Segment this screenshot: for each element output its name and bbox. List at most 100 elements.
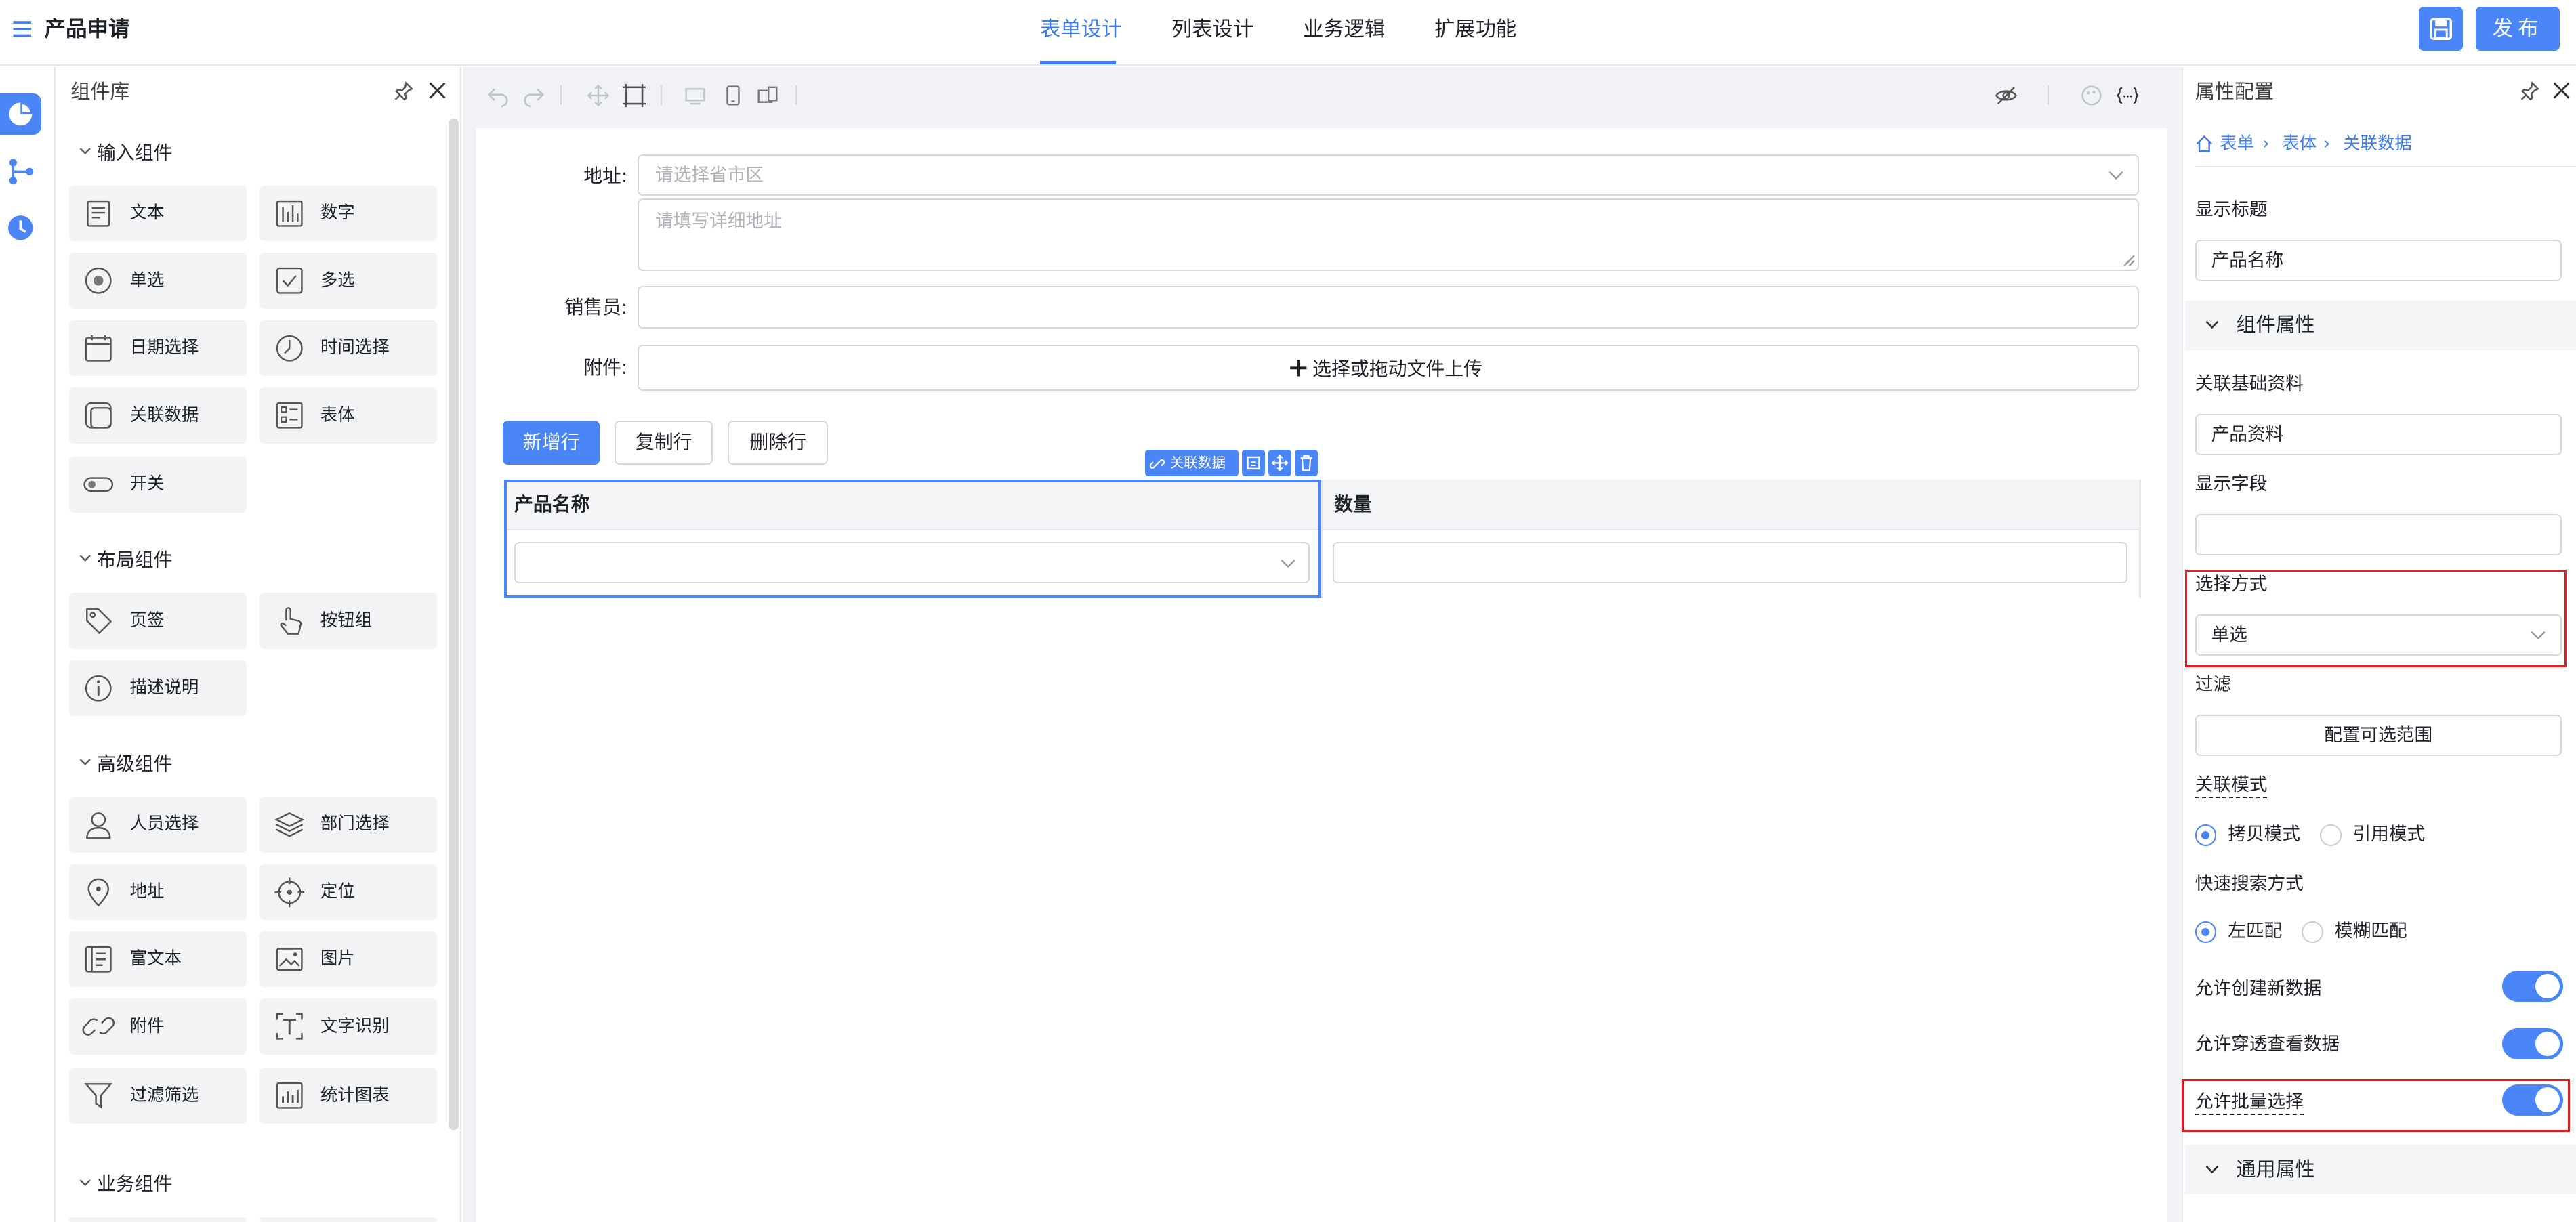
general-properties-group[interactable]: 通用属性 bbox=[2185, 1145, 2576, 1194]
tag-icon bbox=[82, 604, 115, 637]
component-ocr[interactable]: 文字识别 bbox=[259, 998, 438, 1055]
radio-fuzzy-match[interactable] bbox=[2302, 921, 2323, 943]
copy-component-icon[interactable] bbox=[1242, 450, 1266, 477]
redo-icon[interactable] bbox=[522, 84, 545, 107]
address-region-select[interactable]: 请选择省市区 bbox=[637, 154, 2140, 196]
salesperson-input[interactable] bbox=[637, 285, 2140, 329]
breadcrumb-table-body[interactable]: 表体 bbox=[2282, 133, 2317, 156]
delete-row-button[interactable]: 删除行 bbox=[728, 420, 829, 465]
display-title-input[interactable]: 产品名称 bbox=[2195, 240, 2562, 281]
link-mode-label: 关联模式 bbox=[2195, 774, 2268, 799]
tab-list-design[interactable]: 列表设计 bbox=[1171, 15, 1253, 45]
toolbar-divider bbox=[795, 85, 797, 106]
component-checkbox[interactable]: 多选 bbox=[259, 253, 438, 309]
filter-label: 过滤 bbox=[2195, 674, 2232, 696]
display-field-input[interactable] bbox=[2195, 514, 2562, 555]
display-title-label: 显示标题 bbox=[2195, 199, 2268, 221]
calendar-icon bbox=[82, 332, 115, 365]
tab-business-logic[interactable]: 业务逻辑 bbox=[1303, 15, 1385, 45]
add-row-button[interactable]: 新增行 bbox=[503, 420, 600, 465]
component-business-partial bbox=[259, 1217, 438, 1222]
drag-component-icon[interactable] bbox=[1268, 450, 1292, 477]
preview-eye-icon[interactable] bbox=[1995, 84, 2018, 107]
pin-icon[interactable] bbox=[2519, 81, 2541, 102]
publish-button[interactable]: 发布 bbox=[2476, 6, 2560, 51]
delete-component-icon[interactable] bbox=[1294, 450, 1318, 477]
search-mode-label: 快速搜索方式 bbox=[2195, 872, 2304, 894]
component-person-select[interactable]: 人员选择 bbox=[68, 797, 247, 853]
component-rich-text[interactable]: 富文本 bbox=[68, 931, 247, 988]
component-address[interactable]: 地址 bbox=[68, 864, 247, 920]
component-filter[interactable]: 过滤筛选 bbox=[68, 1068, 247, 1124]
move-icon[interactable] bbox=[587, 84, 610, 107]
property-panel-title: 属性配置 bbox=[2195, 80, 2274, 104]
component-date-picker[interactable]: 日期选择 bbox=[68, 320, 247, 377]
menu-icon[interactable] bbox=[12, 18, 33, 40]
radio-reference-mode[interactable] bbox=[2320, 824, 2342, 846]
app-title: 产品申请 bbox=[44, 16, 130, 41]
allow-create-toggle[interactable] bbox=[2502, 971, 2563, 1003]
allow-batch-toggle[interactable] bbox=[2502, 1084, 2563, 1116]
section-input-components[interactable]: 输入组件 bbox=[79, 142, 173, 165]
component-description[interactable]: 描述说明 bbox=[68, 660, 247, 717]
close-panel-icon[interactable] bbox=[2552, 81, 2571, 100]
select-mode-label: 选择方式 bbox=[2195, 574, 2268, 595]
pin-icon[interactable] bbox=[393, 81, 415, 102]
flow-icon bbox=[9, 159, 34, 185]
component-related-data[interactable]: 关联数据 bbox=[68, 387, 247, 444]
selected-component-tag[interactable]: 关联数据 bbox=[1145, 450, 1239, 477]
configure-range-button[interactable]: 配置可选范围 bbox=[2195, 714, 2562, 756]
number-icon bbox=[273, 197, 306, 230]
active-tab-indicator bbox=[1040, 60, 1116, 64]
section-business-components[interactable]: 业务组件 bbox=[79, 1173, 173, 1196]
component-time-picker[interactable]: 时间选择 bbox=[259, 320, 438, 377]
desktop-view-icon[interactable] bbox=[684, 84, 707, 107]
component-text[interactable]: 文本 bbox=[68, 186, 247, 242]
theme-palette-icon[interactable] bbox=[2080, 84, 2103, 107]
close-library-icon[interactable] bbox=[428, 81, 447, 100]
rail-pie-chart-button[interactable] bbox=[0, 93, 41, 135]
allow-drill-toggle[interactable] bbox=[2502, 1028, 2563, 1060]
component-attachment[interactable]: 附件 bbox=[68, 998, 247, 1055]
component-number[interactable]: 数字 bbox=[259, 186, 438, 242]
component-statistics-chart[interactable]: 统计图表 bbox=[259, 1068, 438, 1124]
section-layout-components[interactable]: 布局组件 bbox=[79, 549, 173, 572]
component-properties-group[interactable]: 组件属性 bbox=[2185, 300, 2576, 350]
code-icon[interactable] bbox=[2115, 84, 2141, 107]
breadcrumb-related-data[interactable]: 关联数据 bbox=[2343, 133, 2412, 156]
component-department-select[interactable]: 部门选择 bbox=[259, 797, 438, 853]
user-icon bbox=[82, 808, 115, 841]
section-advanced-components[interactable]: 高级组件 bbox=[79, 753, 173, 776]
rail-flow-button[interactable] bbox=[0, 151, 41, 192]
breadcrumb-form[interactable]: 表单 bbox=[2220, 133, 2254, 156]
component-switch[interactable]: 开关 bbox=[68, 457, 247, 513]
save-button[interactable] bbox=[2418, 6, 2464, 51]
selected-column-outline[interactable] bbox=[504, 480, 1321, 598]
radio-left-match[interactable] bbox=[2195, 921, 2217, 943]
pointer-icon bbox=[273, 604, 306, 637]
mobile-view-icon[interactable] bbox=[722, 84, 745, 107]
attachment-upload-area[interactable]: 选择或拖动文件上传 bbox=[637, 345, 2140, 392]
select-area-icon[interactable] bbox=[623, 83, 646, 107]
component-tabs[interactable]: 页签 bbox=[68, 593, 247, 649]
rail-clock-button[interactable] bbox=[0, 207, 41, 249]
library-scrollbar[interactable] bbox=[449, 118, 459, 1131]
component-image[interactable]: 图片 bbox=[259, 931, 438, 988]
address-detail-textarea[interactable]: 请填写详细地址 bbox=[637, 198, 2140, 272]
component-radio[interactable]: 单选 bbox=[68, 253, 247, 309]
column-header-quantity[interactable]: 数量 bbox=[1334, 493, 1372, 516]
component-button-group[interactable]: 按钮组 bbox=[259, 593, 438, 649]
component-locate[interactable]: 定位 bbox=[259, 864, 438, 920]
responsive-view-icon[interactable] bbox=[756, 84, 779, 107]
radio-copy-mode[interactable] bbox=[2195, 824, 2217, 846]
undo-icon[interactable] bbox=[486, 84, 510, 107]
tab-form-design[interactable]: 表单设计 bbox=[1040, 15, 1122, 45]
link-base-input[interactable]: 产品资料 bbox=[2195, 414, 2562, 455]
location-pin-icon bbox=[82, 876, 115, 909]
tab-extensions[interactable]: 扩展功能 bbox=[1434, 15, 1516, 45]
copy-row-button[interactable]: 复制行 bbox=[614, 420, 713, 465]
select-mode-select[interactable]: 单选 bbox=[2195, 614, 2562, 656]
component-table-body[interactable]: 表体 bbox=[259, 387, 438, 444]
quantity-input[interactable] bbox=[1332, 542, 2128, 583]
pie-chart-icon bbox=[9, 102, 33, 126]
